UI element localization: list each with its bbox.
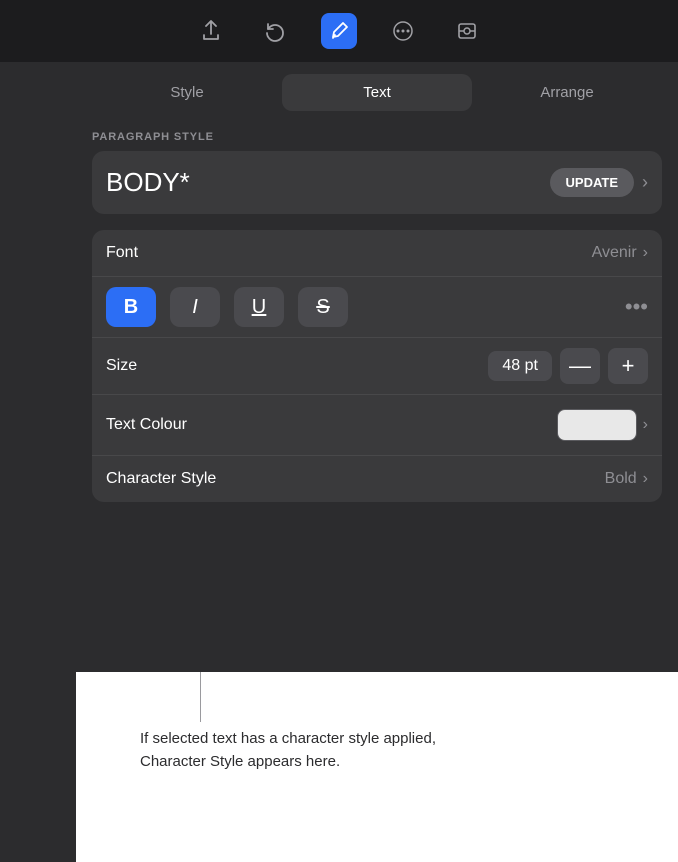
colour-swatch[interactable]: [557, 409, 637, 441]
underline-button[interactable]: U: [234, 287, 284, 327]
character-style-label: Character Style: [106, 470, 216, 488]
character-style-row[interactable]: Character Style Bold ›: [92, 456, 662, 502]
format-buttons-row: B I U S •••: [92, 277, 662, 338]
more-options-icon[interactable]: [385, 13, 421, 49]
annotation-text: If selected text has a character style a…: [140, 730, 436, 770]
font-value: Avenir ›: [592, 244, 648, 262]
toolbar: [0, 0, 678, 62]
bold-button[interactable]: B: [106, 287, 156, 327]
text-colour-chevron: ›: [643, 416, 648, 434]
sidebar-strip: [0, 62, 76, 862]
size-increase-button[interactable]: +: [608, 348, 648, 384]
text-colour-value: ›: [557, 409, 648, 441]
font-card: Font Avenir › B I U S ••• Size 48 pt —: [92, 230, 662, 502]
font-label: Font: [106, 244, 138, 262]
character-style-chevron: ›: [643, 470, 648, 488]
font-row[interactable]: Font Avenir ›: [92, 230, 662, 277]
size-decrease-button[interactable]: —: [560, 348, 600, 384]
tab-arrange[interactable]: Arrange: [472, 74, 662, 111]
undo-icon[interactable]: [257, 13, 293, 49]
tabs-container: Style Text Arrange: [76, 62, 678, 111]
update-button[interactable]: UPDATE: [550, 168, 634, 197]
paragraph-style-name: BODY*: [106, 167, 190, 198]
font-chevron: ›: [643, 244, 648, 262]
strikethrough-button[interactable]: S: [298, 287, 348, 327]
more-format-button[interactable]: •••: [625, 294, 648, 320]
annotation-line: [200, 672, 201, 722]
paintbrush-icon[interactable]: [321, 13, 357, 49]
paragraph-style-chevron[interactable]: ›: [642, 172, 648, 193]
size-controls: 48 pt — +: [488, 348, 648, 384]
text-colour-label: Text Colour: [106, 416, 187, 434]
italic-button[interactable]: I: [170, 287, 220, 327]
size-label: Size: [106, 357, 488, 375]
character-style-value: Bold ›: [605, 470, 648, 488]
paragraph-style-actions: UPDATE ›: [550, 168, 648, 197]
text-colour-row[interactable]: Text Colour ›: [92, 395, 662, 456]
tab-text[interactable]: Text: [282, 74, 472, 111]
size-value: 48 pt: [488, 351, 552, 381]
tab-style[interactable]: Style: [92, 74, 282, 111]
view-icon[interactable]: [449, 13, 485, 49]
size-row: Size 48 pt — +: [92, 338, 662, 395]
paragraph-style-row: BODY* UPDATE ›: [92, 151, 662, 214]
paragraph-style-label: PARAGRAPH STYLE: [92, 131, 662, 143]
annotation-area: If selected text has a character style a…: [76, 672, 678, 862]
annotation-box: If selected text has a character style a…: [140, 728, 480, 773]
share-icon[interactable]: [193, 13, 229, 49]
paragraph-style-card: BODY* UPDATE ›: [92, 151, 662, 214]
